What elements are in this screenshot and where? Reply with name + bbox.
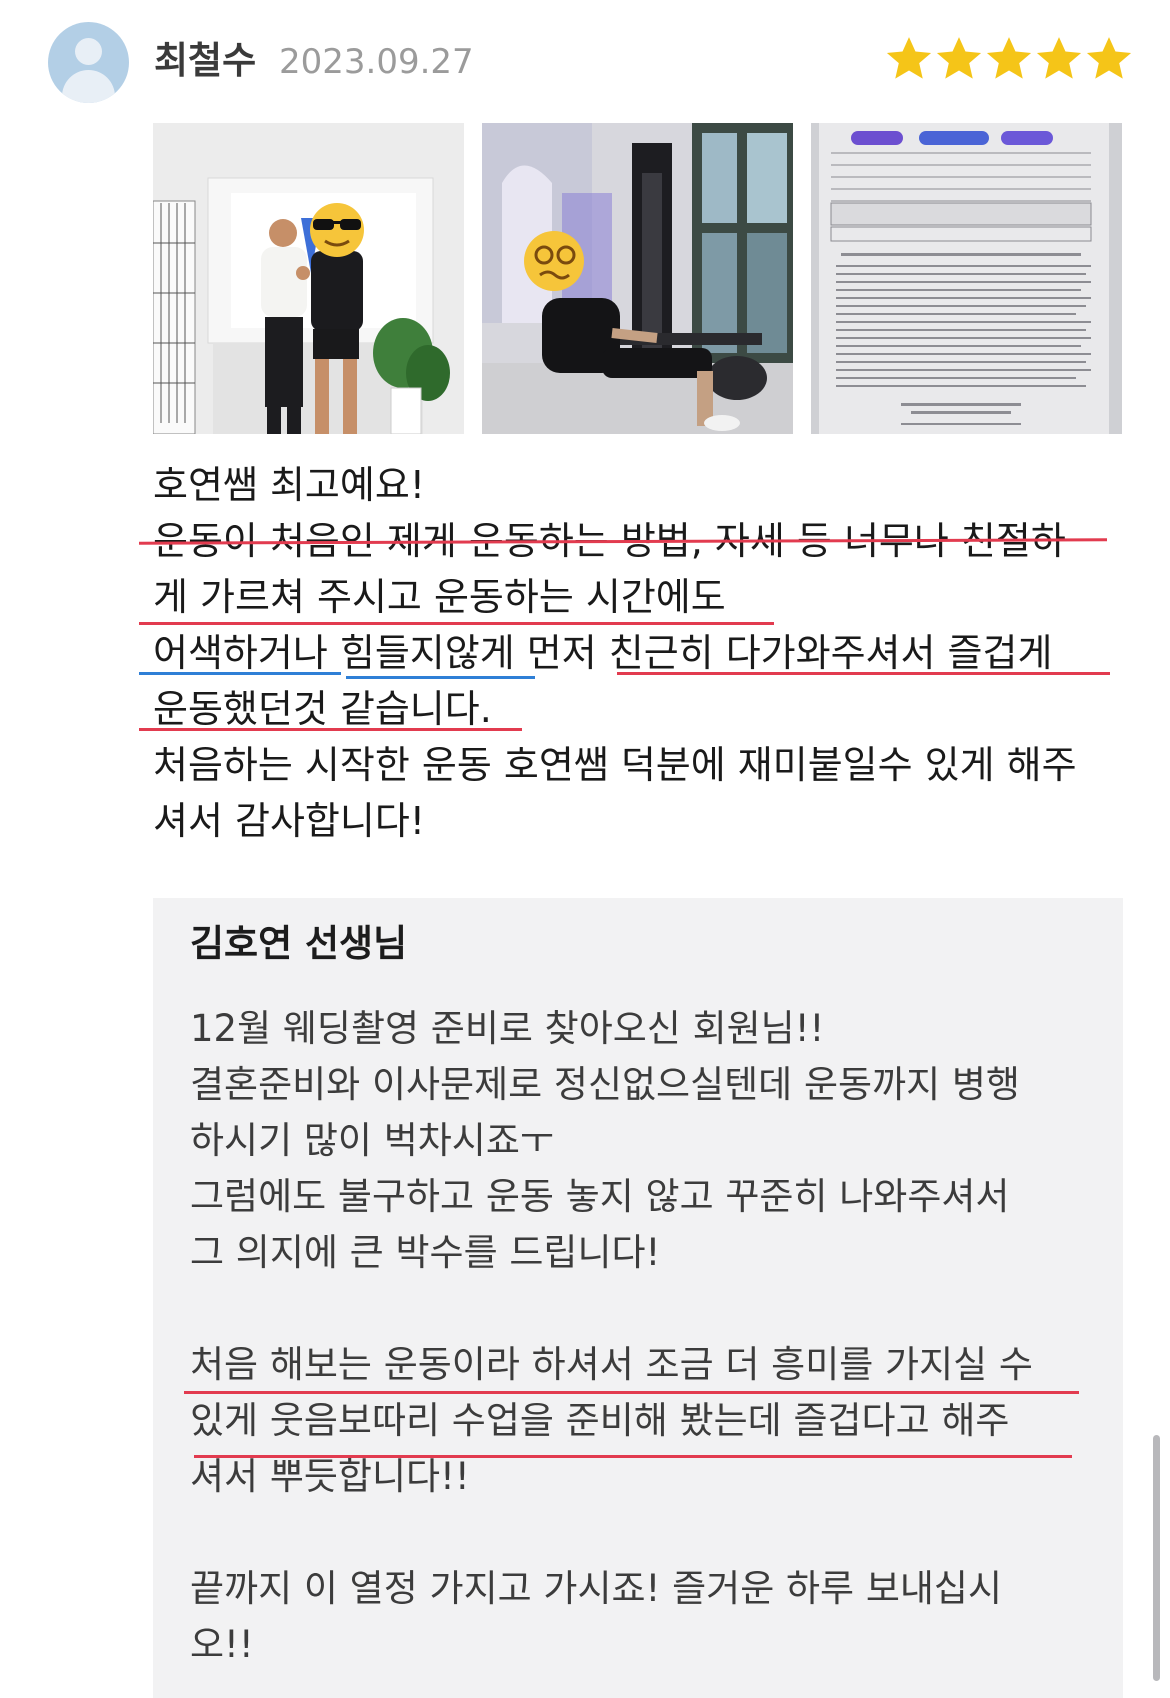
reply-text-line: 결혼준비와 이사문제로 정신없으실텐데 운동까지 병행 — [190, 1063, 1020, 1106]
review-photo-gym-rowing[interactable] — [482, 123, 793, 434]
reply-text-line: 12월 웨딩촬영 준비로 찾아오신 회원님!! — [190, 1007, 825, 1050]
star-icon — [884, 34, 934, 84]
highlight-underline-red — [194, 1455, 1072, 1458]
review-text: 호연쌤 최고예요! 운동이 처음인 제게 운동하는 방법, 자세 등 너무나 친… — [153, 457, 1113, 849]
reply-text-line: 하시기 많이 벅차시죠ㅜ — [190, 1119, 554, 1162]
reviewer-name: 최철수 — [154, 39, 257, 82]
star-icon — [934, 34, 984, 84]
reply-text-line: 끝까지 이 열정 가지고 가시죠! 즐거운 하루 보내십시 — [190, 1567, 1003, 1610]
avatar-head — [75, 38, 102, 65]
avatar — [48, 22, 129, 103]
review-text-line: 호연쌤 최고예요! — [153, 463, 426, 507]
reply-author: 김호연 선생님 — [190, 922, 408, 965]
highlight-underline-red — [139, 622, 774, 625]
review-text-line: 셔서 감사합니다! — [153, 799, 426, 843]
reply-text: 12월 웨딩촬영 준비로 찾아오신 회원님!! 결혼준비와 이사문제로 정신없으… — [190, 1001, 1090, 1673]
star-icon — [984, 34, 1034, 84]
highlight-underline-blue — [139, 672, 341, 675]
highlight-underline-red — [139, 728, 522, 731]
review-photo-document[interactable] — [811, 123, 1122, 434]
reply-text-line: 그 의지에 큰 박수를 드립니다! — [190, 1231, 661, 1274]
highlight-underline-blue — [346, 676, 535, 679]
review-date: 2023.09.27 — [279, 42, 474, 82]
reply-text-line: 그럼에도 불구하고 운동 놓지 않고 꾸준히 나와주셔서 — [190, 1175, 1010, 1218]
star-rating — [884, 34, 1134, 90]
review-text-line: 게 가르쳐 주시고 운동하는 시간에도 — [153, 575, 726, 619]
reply-text-line: 처음 해보는 운동이라 하셔서 조금 더 흥미를 가지실 수 — [190, 1343, 1033, 1386]
star-icon — [1084, 34, 1134, 84]
highlight-underline-red — [184, 1391, 1079, 1394]
highlight-underline-red — [617, 672, 1110, 675]
reply-text-line: 있게 웃음보따리 수업을 준비해 봤는데 즐겁다고 해주 — [190, 1399, 1010, 1442]
reply-text-line: 오!! — [190, 1623, 254, 1666]
star-icon — [1034, 34, 1084, 84]
review-text-line: 처음하는 시작한 운동 호연쌤 덕분에 재미붙일수 있게 해주 — [153, 743, 1077, 787]
scrollbar[interactable] — [1153, 1435, 1160, 1681]
review-photo-trainer-member[interactable] — [153, 123, 464, 434]
avatar-body — [62, 70, 115, 103]
